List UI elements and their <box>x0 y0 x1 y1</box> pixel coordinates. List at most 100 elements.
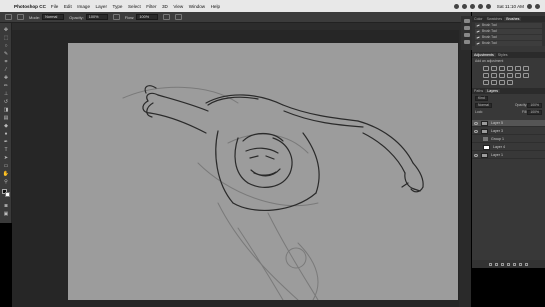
brush-size-picker-icon[interactable] <box>17 14 24 20</box>
app-name-menu[interactable]: Photoshop CC <box>14 4 46 9</box>
marquee-tool-icon[interactable]: ⬚ <box>2 35 10 41</box>
eyedropper-tool-icon[interactable]: ⁄ <box>2 67 10 73</box>
dodge-tool-icon[interactable]: ● <box>2 131 10 137</box>
brush-tool-preset-icon[interactable] <box>5 14 12 20</box>
channel-mixer-icon[interactable] <box>507 73 513 78</box>
shape-tool-icon[interactable]: ▭ <box>2 163 10 169</box>
layer-style-icon[interactable] <box>495 262 498 266</box>
properties-panel-icon[interactable] <box>463 26 470 30</box>
black-white-icon[interactable] <box>491 73 497 78</box>
type-tool-icon[interactable]: T <box>2 147 10 153</box>
tab-paths[interactable]: Paths <box>472 89 485 93</box>
move-tool-icon[interactable]: ✥ <box>2 27 10 33</box>
menu-window[interactable]: Window <box>189 4 205 9</box>
layer-mask-icon[interactable] <box>501 262 504 266</box>
menu-image[interactable]: Image <box>77 4 90 9</box>
menu-view[interactable]: View <box>173 4 183 9</box>
invert-icon[interactable] <box>523 73 529 78</box>
brush-preset-item[interactable]: Brush Tool <box>475 23 542 28</box>
tab-brushes[interactable]: Brushes <box>504 17 522 21</box>
wifi-icon[interactable] <box>477 3 483 9</box>
paragraph-panel-icon[interactable] <box>463 40 470 44</box>
layer-row[interactable]: Layer 1 <box>472 152 545 159</box>
flow-field[interactable]: 100% <box>136 14 159 20</box>
pen-tool-icon[interactable]: ✒ <box>2 139 10 145</box>
menu-select[interactable]: Select <box>128 4 141 9</box>
menu-help[interactable]: Help <box>211 4 220 9</box>
history-brush-tool-icon[interactable]: ↺ <box>2 99 10 105</box>
tab-adjustments[interactable]: Adjustments <box>472 53 496 57</box>
menu-layer[interactable]: Layer <box>96 4 108 9</box>
lasso-tool-icon[interactable]: ○ <box>2 43 10 49</box>
new-layer-icon[interactable] <box>519 262 522 266</box>
gradient-map-icon[interactable] <box>499 80 505 85</box>
selective-color-icon[interactable] <box>507 80 513 85</box>
healing-brush-tool-icon[interactable]: ✚ <box>2 75 10 81</box>
tab-layers[interactable]: Layers <box>485 89 500 93</box>
history-panel-icon[interactable] <box>463 19 470 23</box>
airbrush-icon[interactable] <box>163 14 171 20</box>
battery-icon[interactable] <box>485 3 491 9</box>
opacity-field[interactable]: 100% <box>85 14 108 20</box>
zoom-tool-icon[interactable]: ⚲ <box>2 179 10 185</box>
mode-dropdown[interactable]: Normal <box>42 14 65 20</box>
brightness-contrast-icon[interactable] <box>483 66 489 71</box>
eraser-tool-icon[interactable]: ◨ <box>2 107 10 113</box>
photo-filter-icon[interactable] <box>499 73 505 78</box>
status-icon[interactable] <box>469 3 475 9</box>
layer-opacity-field[interactable]: 100% <box>527 102 542 108</box>
brush-preset-item[interactable]: Brush Tool <box>475 35 542 40</box>
vibrance-icon[interactable] <box>515 66 521 71</box>
hue-saturation-icon[interactable] <box>523 66 529 71</box>
eye-icon[interactable] <box>474 153 478 157</box>
brush-tool-icon[interactable]: ✏ <box>2 83 10 89</box>
layer-row[interactable]: Layer 4 <box>472 144 545 151</box>
curves-icon[interactable] <box>499 66 505 71</box>
brush-preset-item[interactable]: Brush Tool <box>475 41 542 46</box>
exposure-icon[interactable] <box>507 66 513 71</box>
crop-tool-icon[interactable]: ⌗ <box>2 59 10 65</box>
blur-tool-icon[interactable]: ◆ <box>2 123 10 129</box>
color-balance-icon[interactable] <box>483 73 489 78</box>
character-panel-icon[interactable] <box>463 33 470 37</box>
path-select-tool-icon[interactable]: ➤ <box>2 155 10 161</box>
tab-color[interactable]: Color <box>472 17 485 21</box>
adjustment-layer-icon[interactable] <box>507 262 510 266</box>
layer-group-row[interactable]: Group 1 <box>472 136 545 143</box>
vertical-scroll-area[interactable] <box>459 30 471 307</box>
notification-icon[interactable] <box>535 3 540 9</box>
gradient-tool-icon[interactable]: ▤ <box>2 115 10 121</box>
pressure-opacity-icon[interactable] <box>112 14 120 20</box>
eye-icon[interactable] <box>474 121 478 125</box>
eye-icon[interactable] <box>474 129 478 133</box>
menu-file[interactable]: File <box>51 4 58 9</box>
color-lookup-icon[interactable] <box>515 73 521 78</box>
menu-3d[interactable]: 3D <box>162 4 168 9</box>
status-icon[interactable] <box>461 3 467 9</box>
hand-tool-icon[interactable]: ✋ <box>2 171 10 177</box>
screen-mode-icon[interactable]: ▣ <box>2 211 10 217</box>
background-color-swatch[interactable] <box>5 192 10 197</box>
menu-type[interactable]: Type <box>113 4 123 9</box>
tab-swatches[interactable]: Swatches <box>485 17 505 21</box>
layer-row[interactable]: Layer 5 <box>472 120 545 127</box>
tab-styles[interactable]: Styles <box>496 53 510 57</box>
clone-stamp-tool-icon[interactable]: ⊥ <box>2 91 10 97</box>
layer-kind-filter[interactable]: Kind <box>475 95 488 101</box>
search-icon[interactable] <box>527 3 532 9</box>
quick-mask-icon[interactable]: ◙ <box>2 203 10 209</box>
levels-icon[interactable] <box>491 66 497 71</box>
status-icon[interactable] <box>453 3 459 9</box>
document-canvas[interactable] <box>68 43 458 300</box>
menu-filter[interactable]: Filter <box>146 4 156 9</box>
menu-edit[interactable]: Edit <box>64 4 72 9</box>
pressure-size-icon[interactable] <box>175 14 183 20</box>
threshold-icon[interactable] <box>491 80 497 85</box>
menubar-clock[interactable]: Sat 11:10 AM <box>497 4 524 9</box>
link-layers-icon[interactable] <box>489 262 492 266</box>
brush-preset-item[interactable]: Brush Tool <box>475 29 542 34</box>
quick-select-tool-icon[interactable]: ✎ <box>2 51 10 57</box>
fill-field[interactable]: 100% <box>527 109 542 115</box>
posterize-icon[interactable] <box>483 80 489 85</box>
new-group-icon[interactable] <box>513 262 516 266</box>
